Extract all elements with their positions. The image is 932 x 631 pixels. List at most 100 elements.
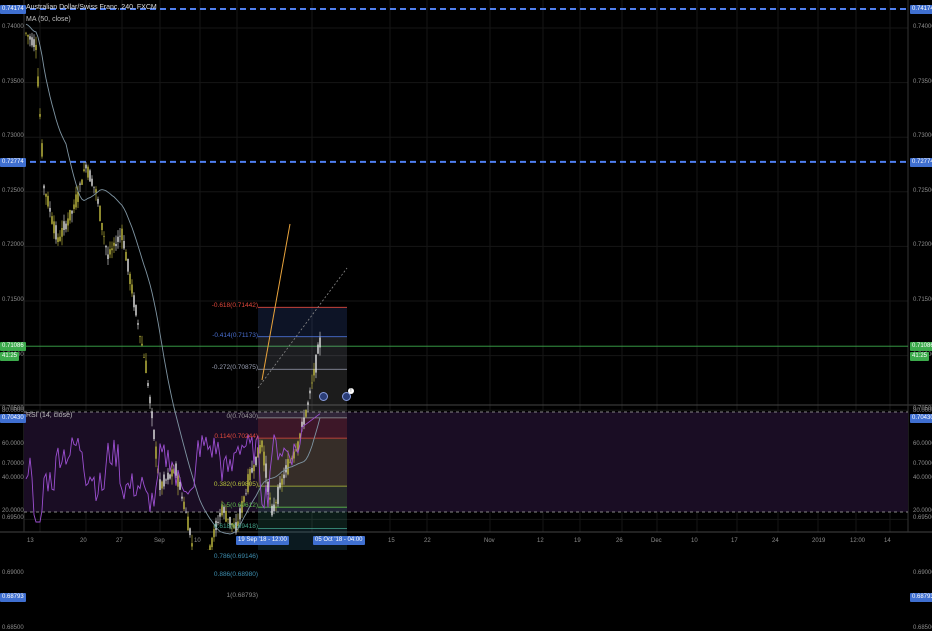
candle-body bbox=[225, 510, 227, 522]
candle-body bbox=[27, 34, 29, 37]
fib-level-label: 0.382(0.69805) bbox=[213, 481, 258, 489]
fib-level-label: 0.5(0.69612) bbox=[221, 502, 258, 510]
event-alert-badge: ! bbox=[348, 388, 354, 394]
rsi-tick-label: 20.0000 bbox=[913, 508, 932, 514]
candle-body bbox=[183, 501, 185, 510]
candle-body bbox=[283, 474, 285, 479]
candle-body bbox=[243, 496, 245, 502]
candle-body bbox=[161, 481, 163, 489]
candle-body bbox=[115, 244, 117, 247]
price-tag-right: 0.72774 bbox=[910, 157, 932, 167]
candle-body bbox=[187, 516, 189, 531]
candle-body bbox=[71, 210, 73, 214]
price-tick-label: 0.68500 bbox=[2, 624, 24, 631]
cursor-date-tag-end: 05 Oct '18 - 04:00 bbox=[313, 536, 365, 545]
date-tick-label: 19 bbox=[574, 538, 581, 544]
candle-body bbox=[179, 481, 181, 490]
price-tick-label: 0.72000 bbox=[913, 242, 932, 249]
rsi-indicator-label[interactable]: RSI (14, close) bbox=[26, 412, 72, 419]
candle-body bbox=[29, 36, 31, 40]
candle-body bbox=[41, 143, 43, 157]
price-tag-right: 41:25 bbox=[910, 352, 930, 362]
candle-body bbox=[281, 478, 283, 485]
candle-body bbox=[275, 502, 277, 504]
candle-body bbox=[113, 242, 115, 246]
candle-body bbox=[253, 465, 255, 472]
candle-body bbox=[313, 369, 315, 376]
candle-body bbox=[89, 170, 91, 182]
candle-body bbox=[317, 344, 319, 354]
ma-indicator-label[interactable]: MA (50, close) bbox=[26, 16, 71, 23]
rsi-tick-label: 60.0000 bbox=[2, 441, 24, 448]
candle-body bbox=[125, 251, 127, 261]
candle-body bbox=[259, 444, 261, 454]
date-tick-label: Dec bbox=[651, 538, 662, 544]
candle-body bbox=[51, 216, 53, 224]
calendar-event-icon[interactable] bbox=[319, 392, 328, 401]
date-tick-label: Nov bbox=[484, 538, 495, 544]
candle-body bbox=[309, 390, 311, 394]
candle-body bbox=[143, 357, 145, 358]
candle-body bbox=[53, 221, 55, 234]
candle-body bbox=[319, 337, 321, 348]
fib-zone bbox=[258, 369, 347, 418]
price-tag-right: 0.70430 bbox=[910, 413, 932, 423]
symbol-title[interactable]: Australian Dollar/Swiss Franc, 240, FXCM bbox=[26, 4, 157, 11]
price-tick-label: 0.70000 bbox=[913, 460, 932, 467]
price-tag-right: 0.74174 bbox=[910, 4, 932, 14]
price-tag-left: 0.70430 bbox=[0, 413, 26, 423]
candle-body bbox=[265, 463, 267, 478]
candle-body bbox=[81, 179, 83, 185]
candle-body bbox=[61, 228, 63, 237]
date-tick-label: 17 bbox=[731, 538, 738, 544]
price-tick-label: 0.72000 bbox=[2, 242, 24, 249]
price-tick-label: 0.73500 bbox=[2, 78, 24, 85]
candle-body bbox=[123, 241, 125, 249]
date-tick-label: 14 bbox=[884, 538, 891, 544]
fib-level-label: 0(0.70430) bbox=[226, 412, 258, 420]
fib-level-label: 0.786(0.69146) bbox=[213, 553, 258, 561]
price-tag-right: 0.71086 bbox=[910, 342, 932, 352]
chart-canvas[interactable] bbox=[0, 0, 932, 550]
candle-body bbox=[267, 481, 269, 492]
candle-body bbox=[31, 37, 33, 46]
candle-body bbox=[147, 383, 149, 386]
candle-body bbox=[151, 411, 153, 419]
price-tick-label: 0.73500 bbox=[913, 78, 932, 85]
candle-body bbox=[95, 189, 97, 193]
price-tick-label: 0.74000 bbox=[913, 24, 932, 30]
candle-body bbox=[287, 459, 289, 475]
fib-level-label: -0.618(0.71442) bbox=[211, 302, 258, 310]
fib-level-label: 0.618(0.69418) bbox=[213, 523, 258, 531]
candle-body bbox=[137, 323, 139, 325]
fib-zone bbox=[258, 417, 347, 439]
candle-body bbox=[83, 169, 85, 172]
candle-body bbox=[251, 467, 253, 473]
candle-body bbox=[121, 228, 123, 241]
candle-body bbox=[85, 164, 87, 169]
candle-body bbox=[269, 497, 271, 500]
date-tick-label: 15 bbox=[388, 538, 395, 544]
candle-body bbox=[101, 222, 103, 231]
candle-body bbox=[289, 461, 291, 463]
price-tick-label: 0.71500 bbox=[913, 297, 932, 303]
candle-body bbox=[185, 511, 187, 513]
candle-body bbox=[153, 429, 155, 440]
candle-body bbox=[167, 472, 169, 480]
date-tick-label: 10 bbox=[691, 538, 698, 544]
price-tick-label: 0.72500 bbox=[2, 187, 24, 194]
candle-body bbox=[163, 474, 165, 487]
candle-body bbox=[311, 382, 313, 384]
price-tag-left: 0.74174 bbox=[0, 4, 26, 14]
candle-body bbox=[191, 543, 193, 547]
candle-body bbox=[73, 204, 75, 209]
candle-body bbox=[55, 225, 57, 240]
fib-level-label: -0.272(0.70875) bbox=[211, 364, 258, 372]
candle-body bbox=[107, 254, 109, 260]
price-tag-left: 0.71086 bbox=[0, 342, 26, 352]
candle-body bbox=[213, 529, 215, 538]
candle-body bbox=[211, 537, 213, 548]
date-tick-label: 27 bbox=[116, 538, 123, 544]
price-tag-left: 0.72774 bbox=[0, 157, 26, 167]
candle-body bbox=[43, 185, 45, 189]
